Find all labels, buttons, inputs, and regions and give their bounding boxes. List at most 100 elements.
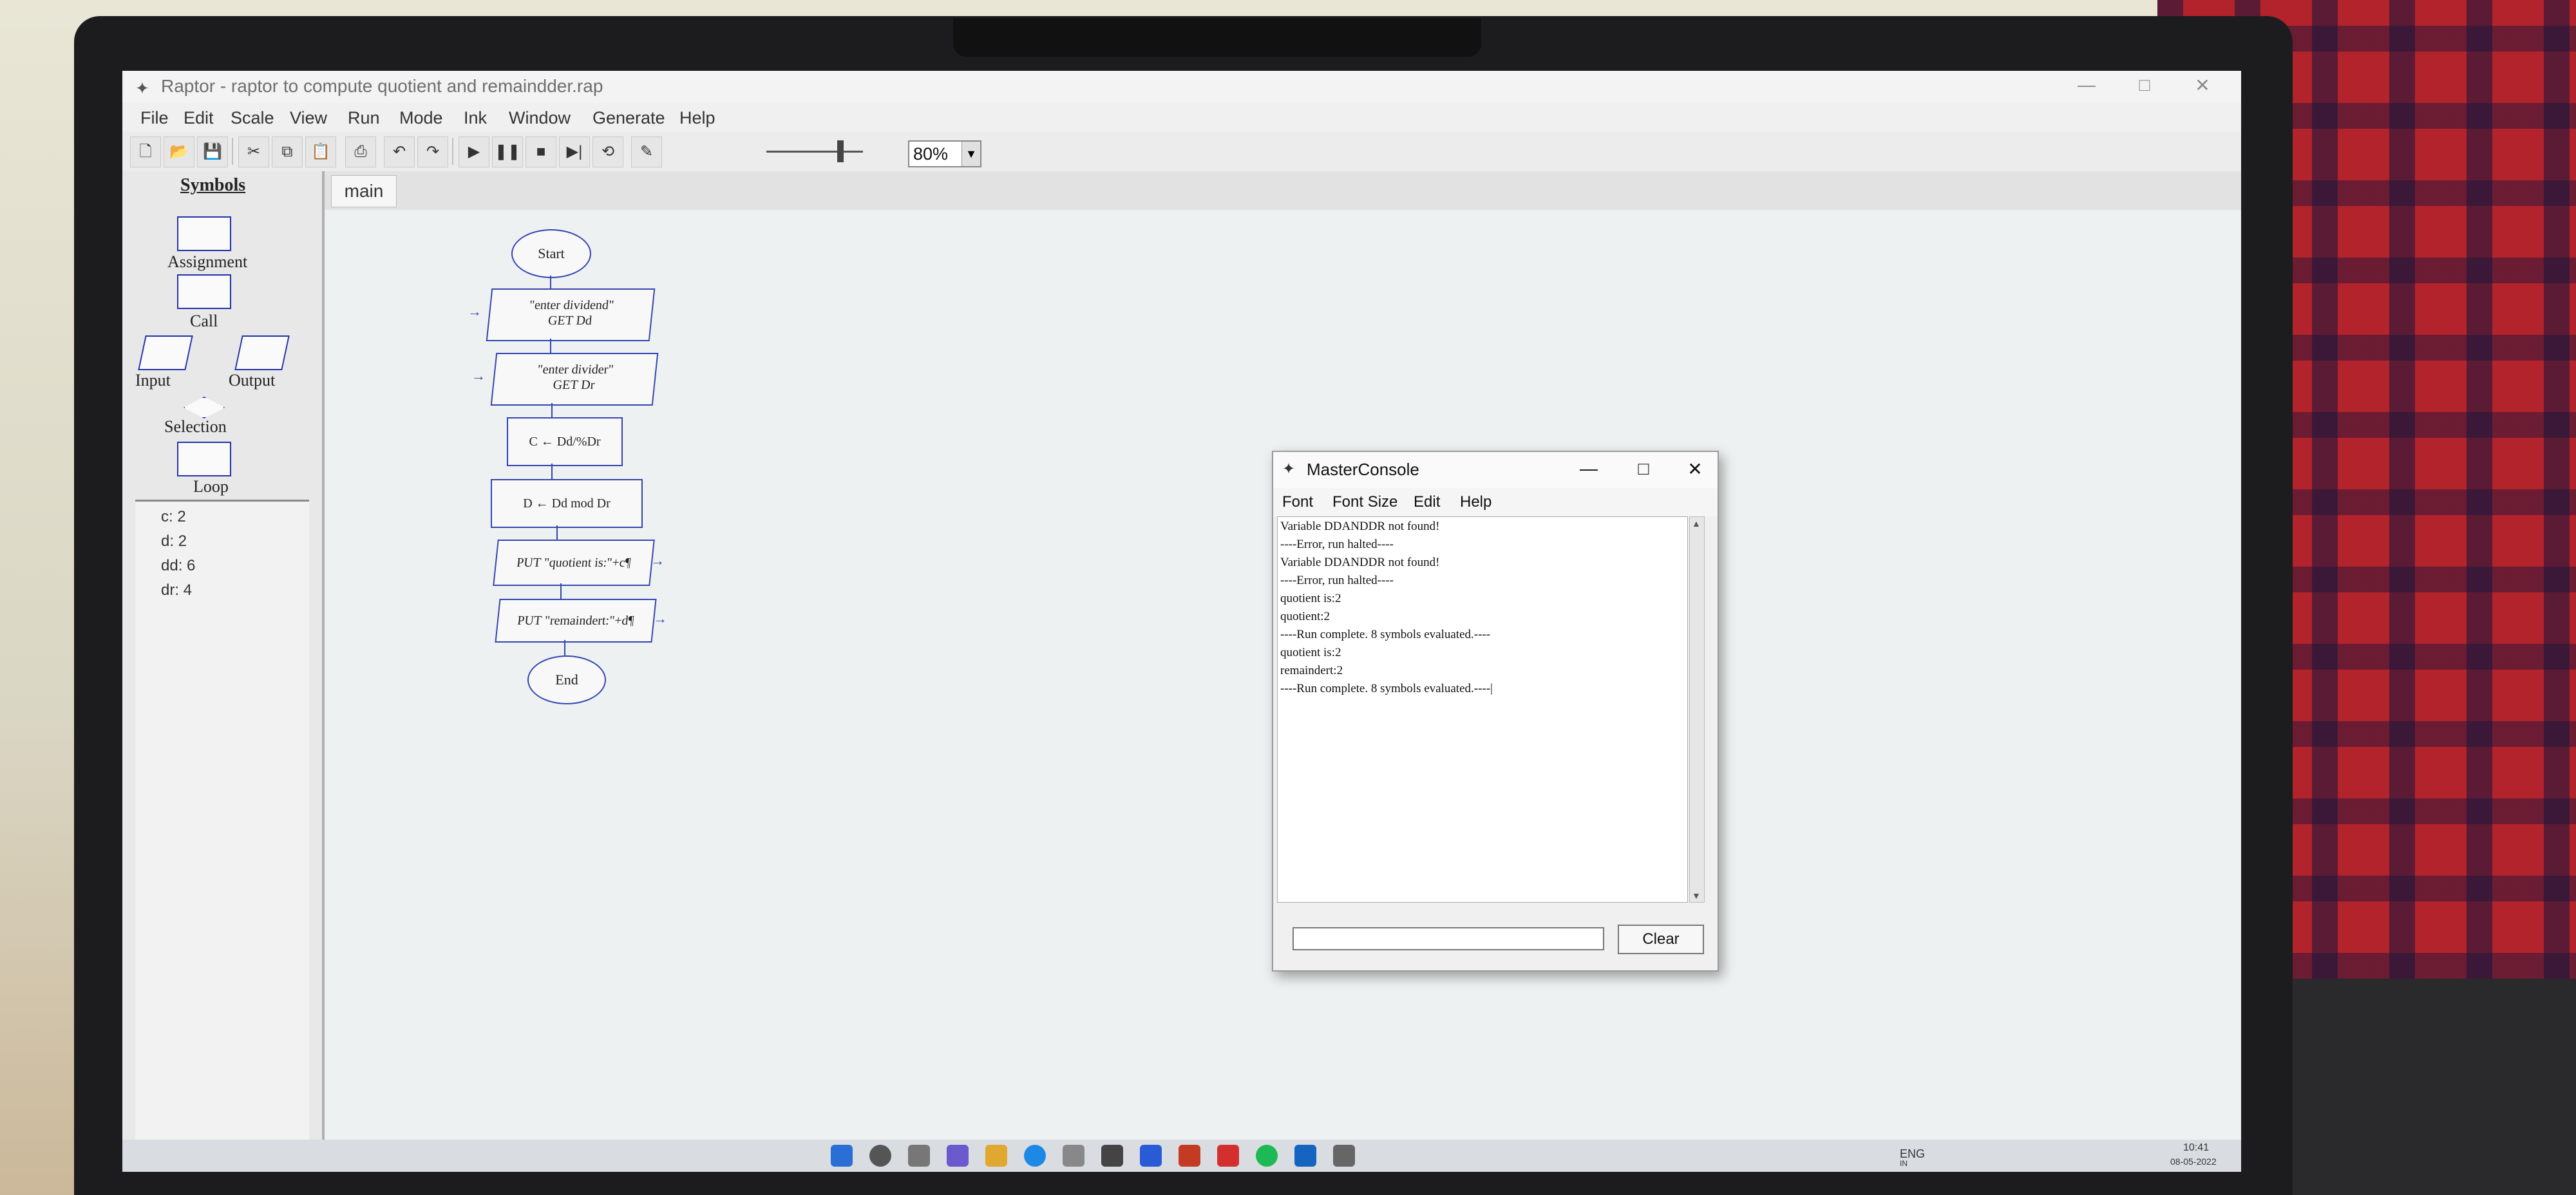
menu-file[interactable]: File — [140, 108, 169, 128]
speed-slider-thumb[interactable] — [837, 140, 844, 162]
pause-icon[interactable]: ❚❚ — [492, 136, 523, 167]
node-statement: GET Dr — [552, 378, 596, 392]
app-icon[interactable] — [1101, 1145, 1123, 1167]
input-dividend-node[interactable]: "enter dividend" GET Dd — [486, 288, 656, 341]
flow-connector — [564, 640, 565, 655]
minimize-button[interactable]: — — [2074, 75, 2099, 95]
clock-time[interactable]: 10:41 — [2183, 1142, 2209, 1154]
menu-ink[interactable]: Ink — [464, 108, 487, 128]
task-view-icon[interactable] — [908, 1145, 930, 1167]
input-divider-node[interactable]: "enter divider" GET Dr — [490, 353, 659, 406]
chevron-down-icon[interactable]: ▼ — [961, 142, 980, 166]
open-icon[interactable]: 📂 — [164, 136, 194, 167]
scroll-up-icon[interactable]: ▲ — [1692, 518, 1701, 529]
assignment-quotient-node[interactable]: C ← Dd/%Dr — [507, 417, 623, 466]
app-icon[interactable] — [1140, 1145, 1162, 1167]
reset-icon[interactable]: ⟲ — [592, 136, 623, 167]
call-symbol[interactable] — [177, 274, 231, 309]
copy-icon[interactable]: ⧉ — [272, 136, 303, 167]
flow-connector — [551, 464, 553, 479]
console-scrollbar[interactable]: ▲ ▼ — [1689, 516, 1705, 903]
console-maximize-button[interactable]: □ — [1631, 458, 1656, 479]
search-icon[interactable] — [869, 1145, 891, 1167]
console-minimize-button[interactable]: — — [1576, 458, 1602, 479]
menu-edit[interactable]: Edit — [184, 108, 214, 128]
raptor-icon: ✦ — [1282, 460, 1296, 478]
app-icon[interactable] — [1179, 1145, 1200, 1167]
output-quotient-node[interactable]: PUT "quotient is:"+c¶ — [493, 540, 655, 586]
input-label: Input — [135, 371, 171, 390]
flowchart-start[interactable]: Start — [511, 229, 591, 278]
loop-symbol[interactable] — [177, 442, 231, 476]
assignment-remainder-node[interactable]: D ← Dd mod Dr — [491, 479, 643, 528]
paste-icon[interactable]: 📋 — [305, 136, 336, 167]
toolbar-separator — [452, 138, 453, 165]
region-indicator: IN — [1900, 1159, 1908, 1168]
variable-item[interactable]: d: 2 — [161, 532, 187, 550]
menu-scale[interactable]: Scale — [231, 108, 274, 128]
start-icon[interactable] — [831, 1145, 853, 1167]
input-symbol[interactable] — [138, 335, 193, 370]
console-line: quotient is:2 — [1280, 646, 1341, 659]
edge-icon[interactable] — [1024, 1145, 1046, 1167]
console-menu-font-size[interactable]: Font Size — [1332, 493, 1397, 511]
tab-main[interactable]: main — [331, 175, 397, 207]
store-icon[interactable] — [1063, 1145, 1084, 1167]
output-symbol[interactable] — [234, 335, 290, 370]
cut-icon[interactable]: ✂ — [238, 136, 269, 167]
assignment-symbol[interactable] — [177, 216, 231, 251]
spotify-icon[interactable] — [1256, 1145, 1278, 1167]
variable-item[interactable]: dr: 4 — [161, 581, 192, 599]
console-output[interactable]: Variable DDANDDR not found! ----Error, r… — [1277, 516, 1688, 903]
print-icon[interactable]: ⎙ — [345, 136, 376, 167]
menu-view[interactable]: View — [290, 108, 327, 128]
flow-connector — [551, 403, 553, 417]
node-statement: PUT "remaindert:"+d¶ — [516, 614, 635, 628]
console-menu-font[interactable]: Font — [1282, 493, 1313, 511]
toolbar-separator — [232, 138, 233, 165]
maximize-button[interactable]: □ — [2132, 75, 2157, 95]
console-close-button[interactable]: ✕ — [1682, 458, 1708, 480]
new-icon[interactable]: 🗋 — [130, 136, 161, 167]
app-icon[interactable] — [1217, 1145, 1239, 1167]
node-statement: D ← Dd mod Dr — [523, 496, 611, 511]
console-menu-help[interactable]: Help — [1460, 493, 1492, 511]
scroll-down-icon[interactable]: ▼ — [1692, 890, 1701, 901]
menu-window[interactable]: Window — [509, 108, 571, 128]
menu-bar: File Edit Scale View Run Mode Ink Window… — [122, 103, 2241, 131]
output-remainder-node[interactable]: PUT "remaindert:"+d¶ — [495, 599, 657, 643]
speed-slider-track[interactable] — [766, 151, 863, 153]
step-icon[interactable]: ▶| — [559, 136, 590, 167]
close-button[interactable]: ✕ — [2190, 75, 2215, 96]
menu-mode[interactable]: Mode — [399, 108, 443, 128]
app-icon[interactable] — [1294, 1145, 1316, 1167]
console-menu-edit[interactable]: Edit — [1414, 493, 1440, 511]
menu-run[interactable]: Run — [348, 108, 380, 128]
redo-icon[interactable]: ↷ — [417, 136, 448, 167]
stop-icon[interactable]: ■ — [526, 136, 556, 167]
flowchart-end[interactable]: End — [527, 655, 606, 704]
zoom-select[interactable]: 80% ▼ — [908, 140, 981, 167]
console-menu-bar: Font Font Size Edit Help — [1273, 488, 1718, 516]
variable-item[interactable]: c: 2 — [161, 508, 186, 526]
save-icon[interactable]: 💾 — [197, 136, 228, 167]
variable-item[interactable]: dd: 6 — [161, 557, 195, 575]
undo-icon[interactable]: ↶ — [384, 136, 415, 167]
arrow-right-icon: → — [653, 610, 667, 626]
teams-icon[interactable] — [947, 1145, 969, 1167]
selection-symbol[interactable] — [184, 397, 225, 419]
menu-generate[interactable]: Generate — [592, 108, 665, 128]
raptor-taskbar-icon[interactable] — [1333, 1145, 1355, 1167]
taskbar: ENG IN 10:41 08-05-2022 — [122, 1140, 2241, 1172]
console-line: ----Error, run halted---- — [1280, 574, 1394, 587]
file-explorer-icon[interactable] — [985, 1145, 1007, 1167]
flow-connector — [556, 525, 558, 540]
pen-icon[interactable]: ✎ — [631, 136, 662, 167]
menu-help[interactable]: Help — [679, 108, 715, 128]
clock-date[interactable]: 08-05-2022 — [2170, 1156, 2217, 1167]
console-line: ----Error, run halted---- — [1280, 538, 1394, 551]
play-icon[interactable]: ▶ — [459, 136, 489, 167]
console-input-field[interactable] — [1293, 927, 1604, 950]
symbols-palette: Symbols Assignment Call Input Output Sel… — [122, 171, 325, 1172]
clear-button[interactable]: Clear — [1618, 925, 1704, 954]
